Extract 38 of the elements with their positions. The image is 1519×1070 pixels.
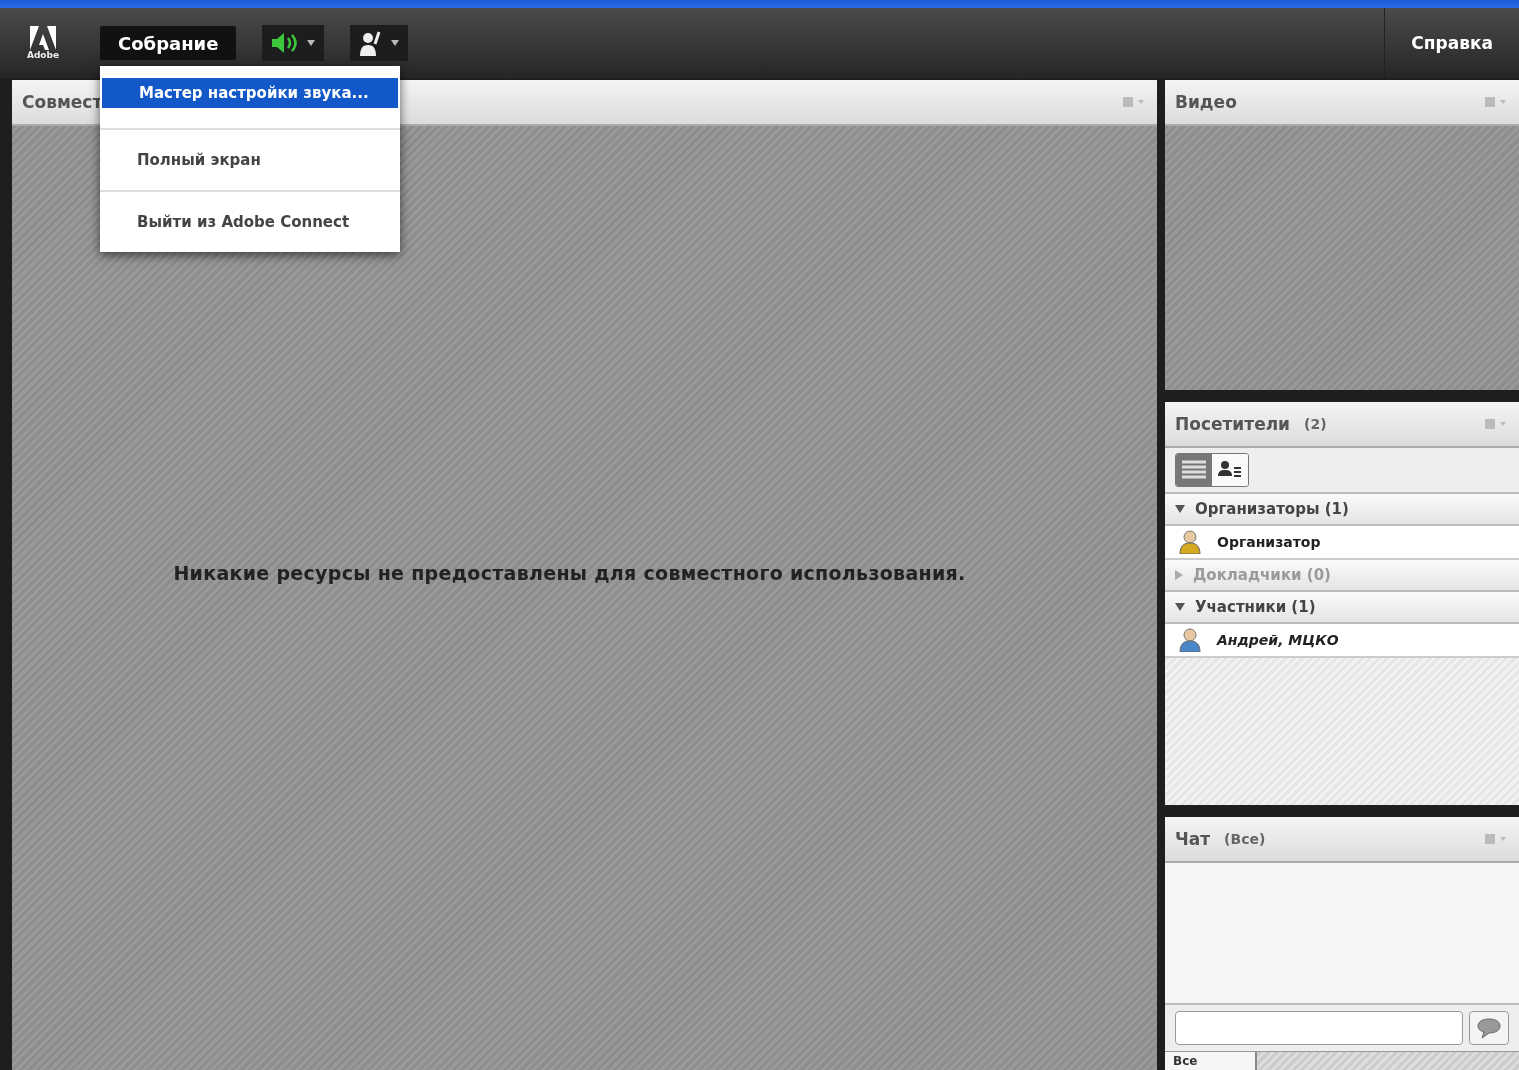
pod-title: Совмест <box>22 92 103 112</box>
speech-bubble-icon <box>1476 1017 1502 1039</box>
attendee-group[interactable]: Организаторы (1) <box>1165 494 1519 526</box>
speaker-button[interactable] <box>262 25 325 61</box>
attendee-name: Организатор <box>1217 534 1321 550</box>
user-icon <box>1179 628 1201 652</box>
chat-tab[interactable]: Все <box>1165 1052 1257 1070</box>
logo-text: Adobe <box>26 50 60 60</box>
caret-icon <box>306 40 317 46</box>
pod-title: Видео <box>1175 92 1237 112</box>
user-list-icon <box>1218 460 1242 480</box>
raise-hand-button[interactable] <box>350 25 409 61</box>
attendee-name: Андрей, МЦКО <box>1217 632 1339 648</box>
attendee-row[interactable]: Андрей, МЦКО <box>1165 624 1519 658</box>
user-list-view-button[interactable] <box>1212 454 1248 486</box>
caret-down-icon[interactable] <box>1175 505 1185 513</box>
caret-down-icon[interactable] <box>1175 603 1185 611</box>
user-icon <box>1179 530 1201 554</box>
logo-icon <box>30 26 56 50</box>
send-button[interactable] <box>1469 1011 1509 1045</box>
menu-item[interactable]: Полный экран <box>100 128 400 190</box>
attendee-group[interactable]: Участники (1) <box>1165 592 1519 624</box>
menu-item[interactable]: Мастер настройки звука... <box>102 78 398 108</box>
group-label: Участники (1) <box>1195 598 1316 616</box>
group-label: Организаторы (1) <box>1195 500 1349 518</box>
list-icon <box>1181 459 1207 481</box>
menu-button[interactable]: Собрание <box>100 26 237 60</box>
group-label: Докладчики (0) <box>1193 566 1331 584</box>
chat-scope: (Все) <box>1224 831 1266 847</box>
menu-item[interactable]: Выйти из Adobe Connect <box>100 190 400 252</box>
attendee-count: (2) <box>1304 416 1327 432</box>
attendee-row[interactable]: Организатор <box>1165 526 1519 560</box>
caret-icon <box>390 40 401 46</box>
pod-title: Посетители <box>1175 414 1291 434</box>
pod-title: Чат <box>1175 829 1211 849</box>
chat-input-field[interactable] <box>1175 1011 1463 1045</box>
help-menu[interactable]: Справка <box>1384 8 1519 78</box>
empty-message: Никакие ресурсы не предоставлены для совместного использования. <box>173 562 966 584</box>
